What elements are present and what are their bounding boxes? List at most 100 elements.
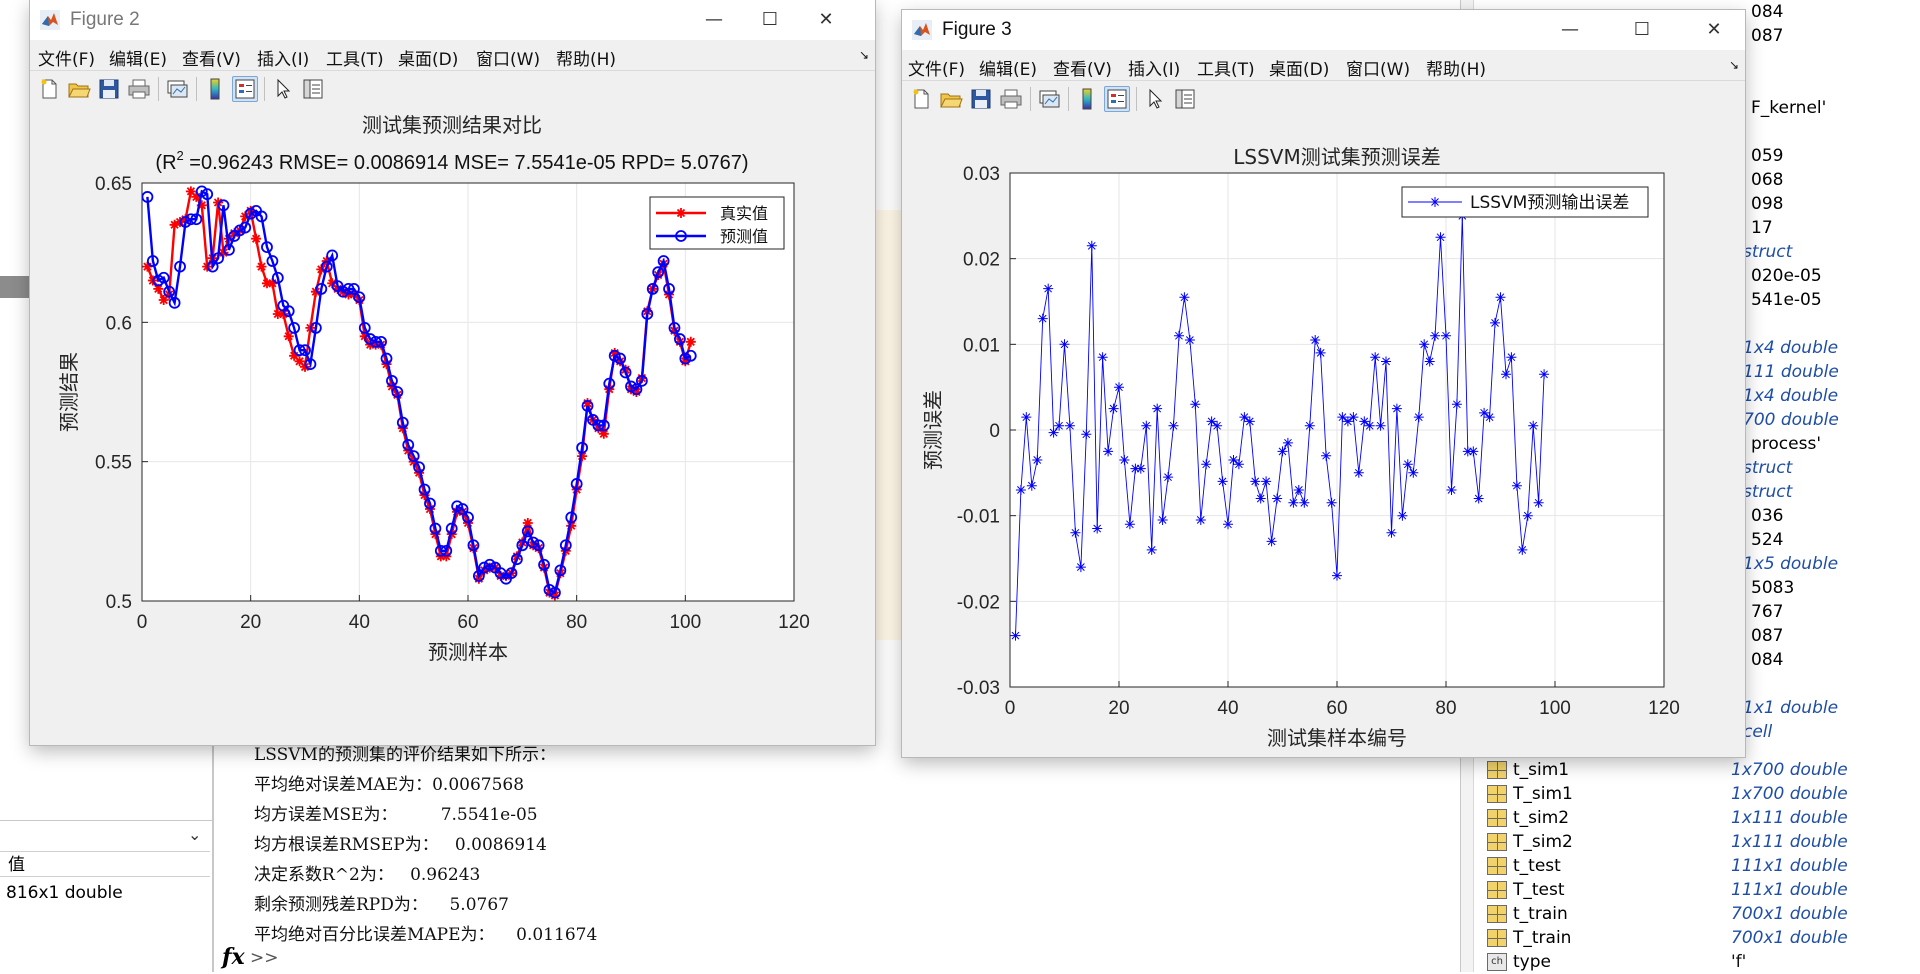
workspace-row[interactable]: t_sim1 1x700 double xyxy=(1473,758,1920,782)
menu-view[interactable]: 查看(V) xyxy=(182,45,241,70)
legend-icon[interactable] xyxy=(1104,86,1130,112)
close-button[interactable]: ✕ xyxy=(804,6,848,34)
workspace-row[interactable]: t_train 700x1 double xyxy=(1473,902,1920,926)
menu-desktop[interactable]: 桌面(D) xyxy=(1269,55,1329,80)
y-tick-label: 0 xyxy=(989,421,1000,442)
command-prompt[interactable]: >> xyxy=(250,948,279,968)
menu-help[interactable]: 帮助(H) xyxy=(556,45,616,70)
menu-insert[interactable]: 插入(I) xyxy=(257,45,309,70)
legend[interactable]: LSSVM预测输出误差 xyxy=(1401,186,1649,218)
x-tick-label: 40 xyxy=(349,612,370,633)
menu-help[interactable]: 帮助(H) xyxy=(1426,55,1486,80)
workspace-row[interactable]: t_sim2 1x111 double xyxy=(1473,806,1920,830)
data-point xyxy=(1108,403,1119,414)
workspace-fragment: 087 xyxy=(1751,626,1784,646)
value-cell: 816x1 double xyxy=(6,883,123,903)
minimize-button[interactable]: — xyxy=(1548,16,1592,44)
maximize-button[interactable]: ☐ xyxy=(1620,16,1664,44)
menu-window[interactable]: 窗口(W) xyxy=(476,45,540,70)
figure-3-window[interactable]: Figure 3 — ☐ ✕ 文件(F) 编辑(E) 查看(V) 插入(I) 工… xyxy=(902,10,1745,757)
data-point xyxy=(1114,382,1124,393)
x-tick-label: 60 xyxy=(1326,698,1347,719)
workspace-row[interactable]: t_test 111x1 double xyxy=(1473,854,1920,878)
workspace-row[interactable]: T_train 700x1 double xyxy=(1473,926,1920,950)
menu-insert[interactable]: 插入(I) xyxy=(1128,55,1180,80)
workspace-fragment: 059 xyxy=(1751,146,1784,166)
fx-icon[interactable]: fx xyxy=(222,944,245,970)
figure-toolbar xyxy=(30,70,875,108)
workspace-row[interactable]: ch type 'f' xyxy=(1473,950,1920,974)
menu-file[interactable]: 文件(F) xyxy=(38,45,95,70)
title-bar[interactable]: Figure 2 — ☐ ✕ xyxy=(30,0,875,40)
new-figure-icon[interactable] xyxy=(908,86,934,112)
dock-icon[interactable]: ↘ xyxy=(859,48,869,62)
legend-label: LSSVM预测输出误差 xyxy=(1470,193,1629,213)
legend[interactable]: 真实值预测值 xyxy=(649,196,785,250)
menu-desktop[interactable]: 桌面(D) xyxy=(398,45,458,70)
variable-value: 1x111 double xyxy=(1731,808,1848,828)
workspace-fragment: struct xyxy=(1743,458,1793,478)
y-tick-label: 0.65 xyxy=(95,174,132,195)
data-point xyxy=(1054,420,1065,431)
menu-file[interactable]: 文件(F) xyxy=(908,55,965,80)
pointer-icon[interactable] xyxy=(1142,86,1168,112)
workspace-fragment: cell xyxy=(1743,722,1773,742)
menu-view[interactable]: 查看(V) xyxy=(1053,55,1112,80)
menu-edit[interactable]: 编辑(E) xyxy=(979,55,1037,80)
print-icon[interactable] xyxy=(998,86,1024,112)
legend-label: 真实值 xyxy=(720,204,768,223)
column-header-value[interactable]: 值 xyxy=(0,851,210,877)
command-window[interactable]: LSSVM的预测集的评价结果如下所示： 平均绝对误差MAE为：0.0067568… xyxy=(214,740,1444,972)
x-tick-label: 120 xyxy=(778,612,810,633)
panel-splitter[interactable] xyxy=(0,276,30,298)
print-icon[interactable] xyxy=(126,76,152,102)
x-tick-label: 40 xyxy=(1217,698,1238,719)
matrix-variable-icon xyxy=(1487,905,1507,923)
data-point xyxy=(1337,412,1348,423)
property-editor-icon[interactable] xyxy=(300,76,326,102)
data-point xyxy=(1064,420,1075,431)
workspace-row[interactable]: T_sim1 1x700 double xyxy=(1473,782,1920,806)
workspace-fragment: struct xyxy=(1743,242,1793,262)
open-file-icon[interactable] xyxy=(938,86,964,112)
new-figure-icon[interactable] xyxy=(36,76,62,102)
data-point xyxy=(1152,403,1163,414)
open-file-icon[interactable] xyxy=(66,76,92,102)
workspace-fragment: 020e-05 xyxy=(1751,266,1822,286)
variable-name: T_sim1 xyxy=(1513,784,1573,804)
menu-bar: 文件(F) 编辑(E) 查看(V) 插入(I) 工具(T) 桌面(D) 窗口(W… xyxy=(30,40,875,70)
matrix-variable-icon xyxy=(1487,761,1507,779)
figure-canvas[interactable]: 0 20 40 60 80 100 120 0.5 0.55 0.6 0.65 预测样本 预测结果 测试集… xyxy=(30,107,875,745)
legend-icon[interactable] xyxy=(232,76,258,102)
data-point xyxy=(1293,485,1304,495)
data-point xyxy=(1381,356,1391,367)
close-button[interactable]: ✕ xyxy=(1692,16,1736,44)
minimize-button[interactable]: — xyxy=(692,6,736,34)
link-plot-icon[interactable] xyxy=(1036,86,1062,112)
prediction-error-chart[interactable]: 0 20 40 60 80 100 120 -0.03 -0.02 -0.01 0 0.01 0.02 0… xyxy=(902,117,1745,757)
figure-canvas[interactable]: 0 20 40 60 80 100 120 -0.03 -0.02 -0.01 0 0.01 0.02 0… xyxy=(902,117,1745,757)
property-editor-icon[interactable] xyxy=(1172,86,1198,112)
workspace-fragment: 036 xyxy=(1751,506,1784,526)
title-bar[interactable]: Figure 3 — ☐ ✕ xyxy=(902,10,1745,50)
workspace-row[interactable]: T_test 111x1 double xyxy=(1473,878,1920,902)
colorbar-icon[interactable] xyxy=(202,76,228,102)
prediction-comparison-chart[interactable]: 0 20 40 60 80 100 120 0.5 0.55 0.6 0.65 预测样本 预测结果 测试集… xyxy=(30,107,875,745)
save-icon[interactable] xyxy=(96,76,122,102)
link-plot-icon[interactable] xyxy=(164,76,190,102)
menu-tools[interactable]: 工具(T) xyxy=(326,45,384,70)
menu-tools[interactable]: 工具(T) xyxy=(1197,55,1255,80)
chevron-down-icon[interactable]: ⌄ xyxy=(188,825,201,844)
maximize-button[interactable]: ☐ xyxy=(748,6,792,34)
data-point xyxy=(1282,437,1293,448)
x-tick-label: 0 xyxy=(1005,698,1016,719)
workspace-row[interactable]: T_sim2 1x111 double xyxy=(1473,830,1920,854)
menu-window[interactable]: 窗口(W) xyxy=(1346,55,1410,80)
pointer-icon[interactable] xyxy=(270,76,296,102)
menu-edit[interactable]: 编辑(E) xyxy=(109,45,167,70)
dock-icon[interactable]: ↘ xyxy=(1729,58,1739,72)
variable-name: t_sim2 xyxy=(1513,808,1570,828)
save-icon[interactable] xyxy=(968,86,994,112)
colorbar-icon[interactable] xyxy=(1074,86,1100,112)
figure-2-window[interactable]: Figure 2 — ☐ ✕ 文件(F) 编辑(E) 查看(V) 插入(I) 工… xyxy=(30,0,875,745)
